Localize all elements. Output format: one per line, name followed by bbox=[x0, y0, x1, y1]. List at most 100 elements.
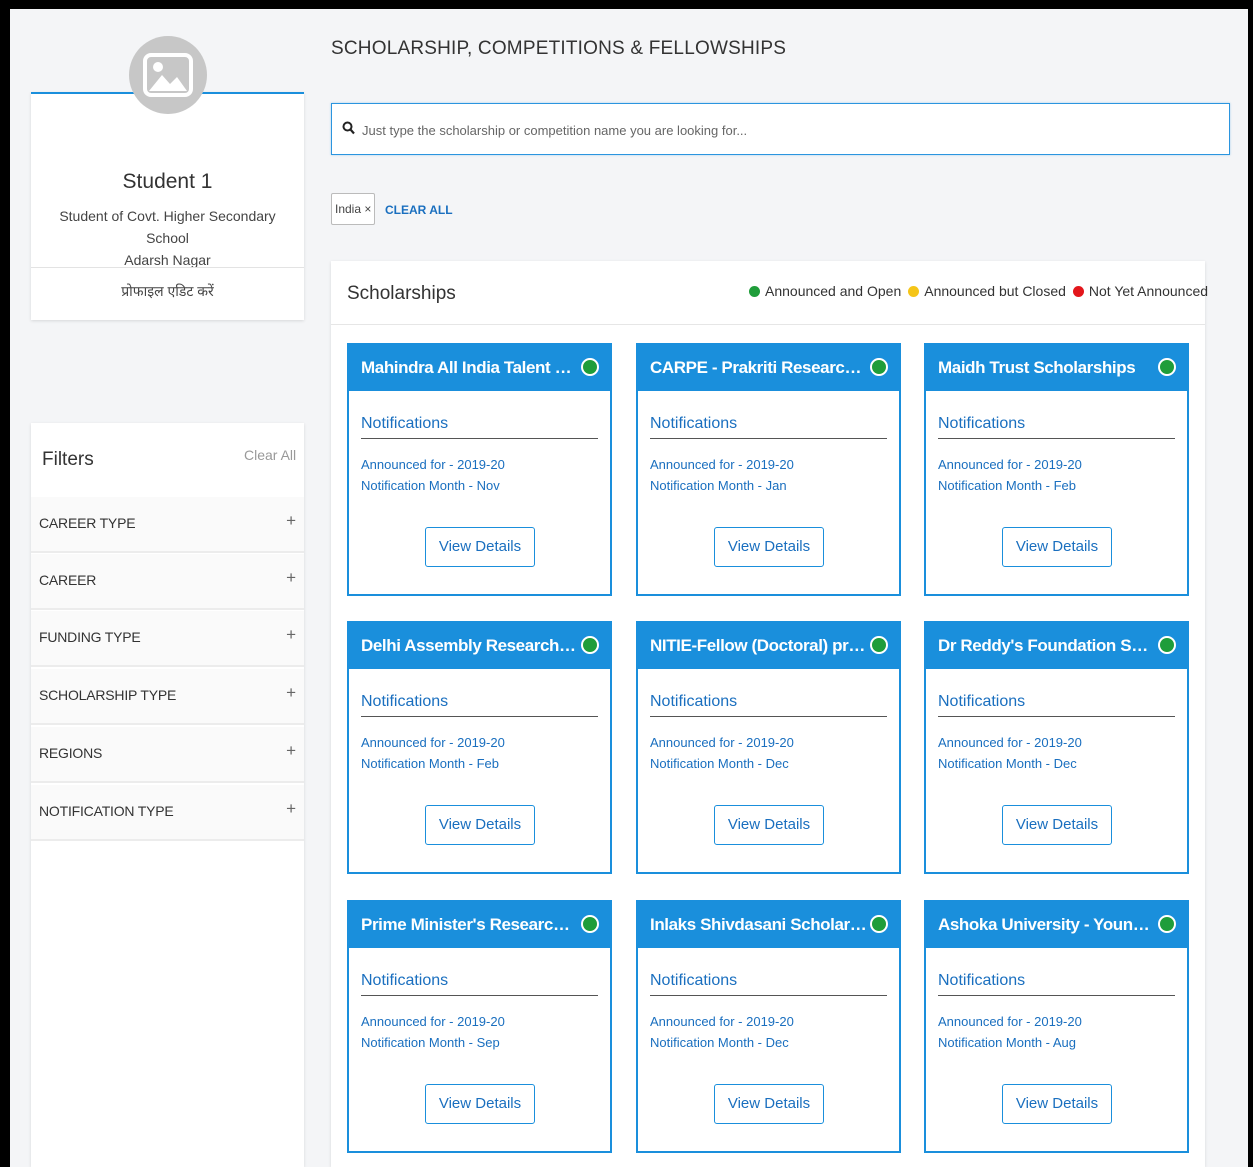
profile-school: Student of Covt. Higher Secondary School… bbox=[41, 205, 294, 271]
legend-item: Announced and Open bbox=[749, 283, 901, 299]
filter-row-funding-type[interactable]: FUNDING TYPE + bbox=[31, 611, 304, 667]
card-title[interactable]: Prime Minister's Research Fell... bbox=[361, 915, 579, 935]
card-title[interactable]: Dr Reddy's Foundation Sashak... bbox=[938, 636, 1156, 656]
notifications-label: Notifications bbox=[938, 693, 1026, 710]
plus-icon[interactable]: + bbox=[286, 683, 296, 703]
legend-label: Announced but Closed bbox=[924, 283, 1066, 299]
announced-for: Announced for - 2019-20 bbox=[938, 457, 1082, 472]
status-open-icon bbox=[1158, 358, 1176, 376]
view-details-button[interactable]: View Details bbox=[714, 805, 824, 845]
card-info: Announced for - 2019-20 Notification Mont… bbox=[361, 454, 505, 496]
legend-label: Announced and Open bbox=[765, 283, 902, 299]
notification-month: Notification Month - Dec bbox=[650, 1035, 789, 1050]
status-dot-icon bbox=[908, 286, 920, 297]
notification-month: Notification Month - Aug bbox=[938, 1035, 1077, 1050]
card-header: Dr Reddy's Foundation Sashak... bbox=[926, 623, 1187, 669]
notifications-label: Notifications bbox=[650, 415, 738, 432]
status-open-icon bbox=[1158, 915, 1176, 933]
view-details-button[interactable]: View Details bbox=[425, 805, 535, 845]
announced-for: Announced for - 2019-20 bbox=[938, 735, 1082, 750]
filter-row-career[interactable]: CAREER + bbox=[31, 554, 304, 610]
view-details-button[interactable]: View Details bbox=[1002, 527, 1112, 567]
legend-item: Not Yet Announced bbox=[1072, 283, 1209, 299]
status-dot-icon bbox=[749, 286, 760, 297]
card-title[interactable]: Mahindra All India Talent Sch... bbox=[361, 358, 579, 378]
filters-title: Filters bbox=[42, 449, 94, 470]
search-bar bbox=[331, 103, 1230, 155]
card-info: Announced for - 2019-20 Notification Mont… bbox=[361, 732, 505, 774]
card-title[interactable]: Inlaks Shivdasani Scholarships bbox=[650, 915, 868, 935]
scholarship-card: Dr Reddy's Foundation Sashak... Notificat… bbox=[924, 621, 1189, 874]
card-info: Announced for - 2019-20 Notification Mont… bbox=[650, 732, 794, 774]
notifications-divider bbox=[938, 995, 1175, 996]
card-header: Ashoka University - Young Indi... bbox=[926, 902, 1187, 948]
profile-name: Student 1 bbox=[122, 170, 213, 193]
notification-month: Notification Month - Feb bbox=[938, 478, 1077, 493]
filter-row-notification-type[interactable]: NOTIFICATION TYPE + bbox=[31, 785, 304, 841]
view-details-button[interactable]: View Details bbox=[1002, 805, 1112, 845]
plus-icon[interactable]: + bbox=[286, 625, 296, 645]
legend-label: Not Yet Announced bbox=[1088, 283, 1209, 299]
filter-row-scholarship-type[interactable]: SCHOLARSHIP TYPE + bbox=[31, 669, 304, 725]
card-title[interactable]: Maidh Trust Scholarships bbox=[938, 358, 1156, 378]
clear-all-chips-link[interactable]: CLEAR ALL bbox=[385, 203, 453, 217]
profile-divider bbox=[31, 267, 304, 268]
notification-month: Notification Month - Dec bbox=[650, 756, 789, 771]
card-header: Mahindra All India Talent Sch... bbox=[349, 345, 610, 391]
card-title[interactable]: NITIE-Fellow (Doctoral) progra... bbox=[650, 636, 868, 656]
notifications-label: Notifications bbox=[650, 972, 738, 989]
plus-icon[interactable]: + bbox=[286, 741, 296, 761]
card-info: Announced for - 2019-20 Notification Mont… bbox=[650, 1011, 794, 1053]
plus-icon[interactable]: + bbox=[286, 511, 296, 531]
notification-month: Notification Month - Feb bbox=[361, 756, 500, 771]
notifications-divider bbox=[650, 438, 887, 439]
search-input[interactable] bbox=[360, 117, 1214, 143]
notification-month: Notification Month - Nov bbox=[361, 478, 500, 493]
announced-for: Announced for - 2019-20 bbox=[361, 1014, 505, 1029]
filter-row-regions[interactable]: REGIONS + bbox=[31, 727, 304, 783]
card-header: Maidh Trust Scholarships bbox=[926, 345, 1187, 391]
status-open-icon bbox=[870, 358, 888, 376]
profile-school-line1: Student of Covt. Higher Secondary School bbox=[59, 208, 276, 246]
filter-row-label: FUNDING TYPE bbox=[39, 629, 141, 645]
filter-chip-india[interactable]: India × bbox=[331, 193, 375, 225]
card-info: Announced for - 2019-20 Notification Mont… bbox=[938, 732, 1082, 774]
card-info: Announced for - 2019-20 Notification Mont… bbox=[938, 454, 1082, 496]
image-placeholder-icon bbox=[143, 53, 193, 97]
plus-icon[interactable]: + bbox=[286, 799, 296, 819]
card-title[interactable]: CARPE - Prakriti Research Fell... bbox=[650, 358, 868, 378]
filter-row-label: SCHOLARSHIP TYPE bbox=[39, 687, 177, 703]
view-details-button[interactable]: View Details bbox=[425, 1084, 535, 1124]
status-open-icon bbox=[870, 636, 888, 654]
status-legend: Announced and Open Announced but Closed No… bbox=[749, 283, 1215, 299]
scholarship-card: Prime Minister's Research Fell... Notific… bbox=[347, 900, 612, 1153]
view-details-button[interactable]: View Details bbox=[714, 527, 824, 567]
edit-profile-link[interactable]: प्रोफाइल एडिट करें bbox=[31, 282, 304, 301]
status-open-icon bbox=[581, 915, 599, 933]
notifications-divider bbox=[361, 995, 598, 996]
filters-clear-all-link[interactable]: Clear All bbox=[244, 447, 296, 463]
scholarship-card: Inlaks Shivdasani Scholarships Notificati… bbox=[636, 900, 901, 1153]
notification-month: Notification Month - Sep bbox=[361, 1035, 500, 1050]
avatar bbox=[129, 36, 207, 114]
card-title[interactable]: Delhi Assembly Research Cent... bbox=[361, 636, 579, 656]
notifications-divider bbox=[361, 438, 598, 439]
announced-for: Announced for - 2019-20 bbox=[938, 1014, 1082, 1029]
plus-icon[interactable]: + bbox=[286, 568, 296, 588]
view-details-button[interactable]: View Details bbox=[425, 527, 535, 567]
card-info: Announced for - 2019-20 Notification Mont… bbox=[938, 1011, 1082, 1053]
card-header: Prime Minister's Research Fell... bbox=[349, 902, 610, 948]
view-details-button[interactable]: View Details bbox=[1002, 1084, 1112, 1124]
filter-row-career-type[interactable]: CAREER TYPE + bbox=[31, 497, 304, 553]
announced-for: Announced for - 2019-20 bbox=[650, 457, 794, 472]
card-title[interactable]: Ashoka University - Young Indi... bbox=[938, 915, 1156, 935]
card-header: CARPE - Prakriti Research Fell... bbox=[638, 345, 899, 391]
card-header: Inlaks Shivdasani Scholarships bbox=[638, 902, 899, 948]
view-details-button[interactable]: View Details bbox=[714, 1084, 824, 1124]
status-dot-icon bbox=[1072, 286, 1084, 297]
notifications-label: Notifications bbox=[650, 693, 738, 710]
results-title: Scholarships bbox=[347, 283, 456, 304]
scholarship-card: Mahindra All India Talent Sch... Notifica… bbox=[347, 343, 612, 596]
notifications-divider bbox=[361, 716, 598, 717]
announced-for: Announced for - 2019-20 bbox=[361, 735, 505, 750]
